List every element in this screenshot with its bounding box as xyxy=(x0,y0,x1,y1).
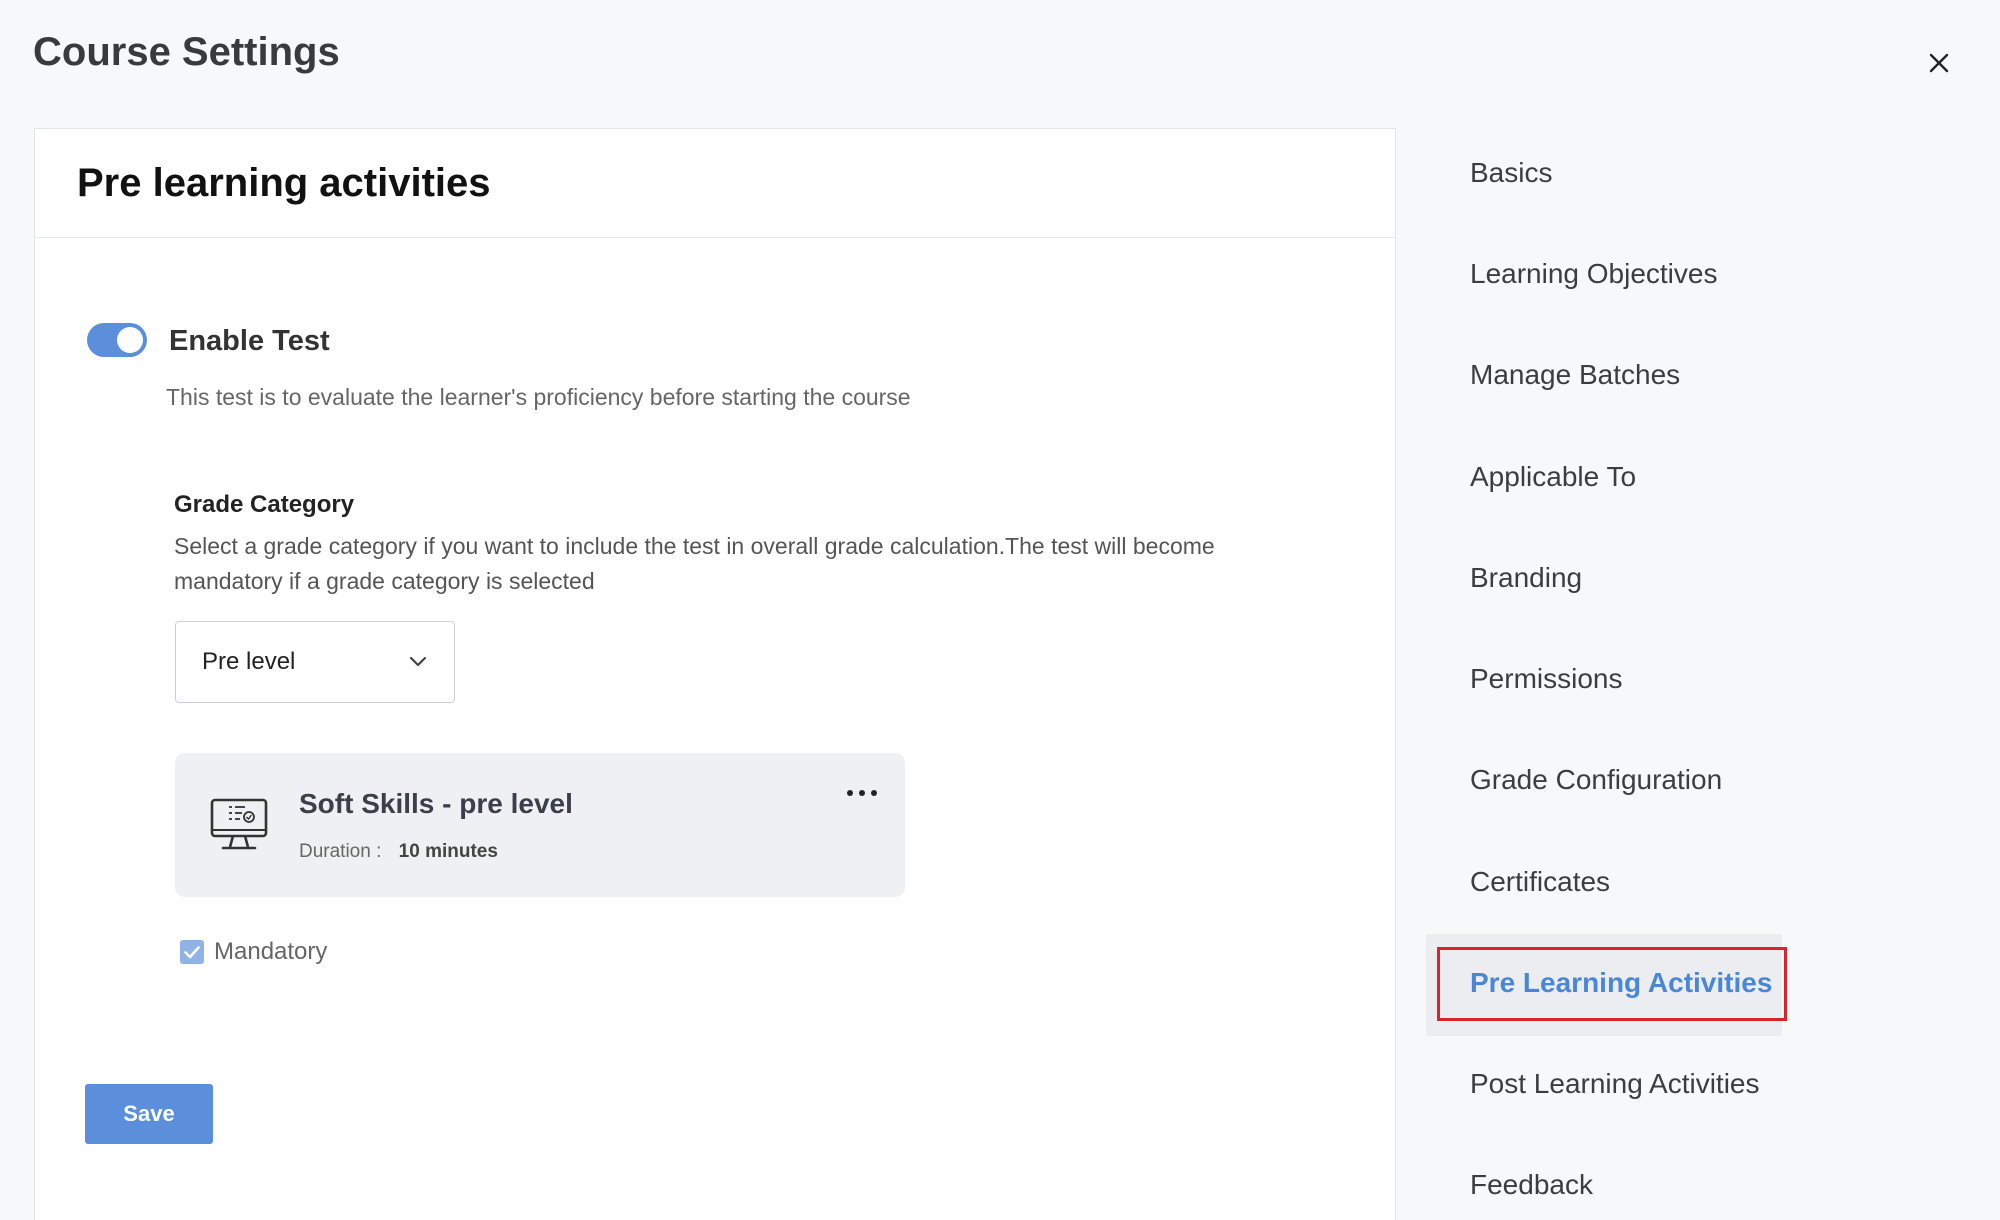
save-button[interactable]: Save xyxy=(85,1084,213,1144)
monitor-test-icon xyxy=(209,797,269,853)
settings-card: Pre learning activities Enable Test This… xyxy=(34,128,1396,1220)
more-dot-icon xyxy=(859,790,865,796)
test-duration: Duration : 10 minutes xyxy=(299,841,498,863)
mandatory-checkbox[interactable] xyxy=(180,940,204,964)
sidebar-item-pre-learning-activities[interactable]: Pre Learning Activities xyxy=(1470,967,1772,999)
checkmark-icon xyxy=(184,946,200,959)
sidebar-item-grade-configuration[interactable]: Grade Configuration xyxy=(1470,764,1722,796)
close-button[interactable] xyxy=(1920,44,1958,82)
page-title: Course Settings xyxy=(33,30,340,74)
close-icon xyxy=(1929,53,1949,73)
grade-category-description: Select a grade category if you want to i… xyxy=(174,533,1215,594)
test-card[interactable]: Soft Skills - pre level Duration : 10 mi… xyxy=(175,753,905,897)
sidebar-item-learning-objectives[interactable]: Learning Objectives xyxy=(1470,258,1717,290)
mandatory-label: Mandatory xyxy=(214,938,328,965)
toggle-knob xyxy=(117,327,143,353)
grade-category-heading: Grade Category xyxy=(174,491,355,518)
sidebar-item-post-learning-activities[interactable]: Post Learning Activities xyxy=(1470,1068,1760,1100)
sidebar-item-manage-batches[interactable]: Manage Batches xyxy=(1470,359,1680,391)
duration-label: Duration : xyxy=(299,841,382,862)
sidebar-item-basics[interactable]: Basics xyxy=(1470,157,1552,189)
enable-test-description: This test is to evaluate the learner's p… xyxy=(166,384,911,410)
test-name: Soft Skills - pre level xyxy=(299,788,573,819)
card-title: Pre learning activities xyxy=(77,160,491,205)
sidebar-item-certificates[interactable]: Certificates xyxy=(1470,866,1610,898)
sidebar-item-feedback[interactable]: Feedback xyxy=(1470,1169,1593,1201)
grade-category-select[interactable]: Pre level xyxy=(175,621,455,703)
chevron-down-icon xyxy=(408,654,428,668)
duration-value: 10 minutes xyxy=(398,841,498,862)
enable-test-toggle[interactable] xyxy=(87,323,147,357)
card-header: Pre learning activities xyxy=(35,129,1395,238)
sidebar-item-applicable-to[interactable]: Applicable To xyxy=(1470,461,1636,493)
enable-test-label: Enable Test xyxy=(169,325,330,357)
grade-category-selected-value: Pre level xyxy=(202,648,296,675)
more-options-button[interactable] xyxy=(847,783,877,803)
more-dot-icon xyxy=(871,790,877,796)
sidebar-item-branding[interactable]: Branding xyxy=(1470,562,1582,594)
more-dot-icon xyxy=(847,790,853,796)
sidebar-item-permissions[interactable]: Permissions xyxy=(1470,663,1622,695)
course-settings-page: Course Settings Pre learning activities … xyxy=(0,0,2000,1220)
